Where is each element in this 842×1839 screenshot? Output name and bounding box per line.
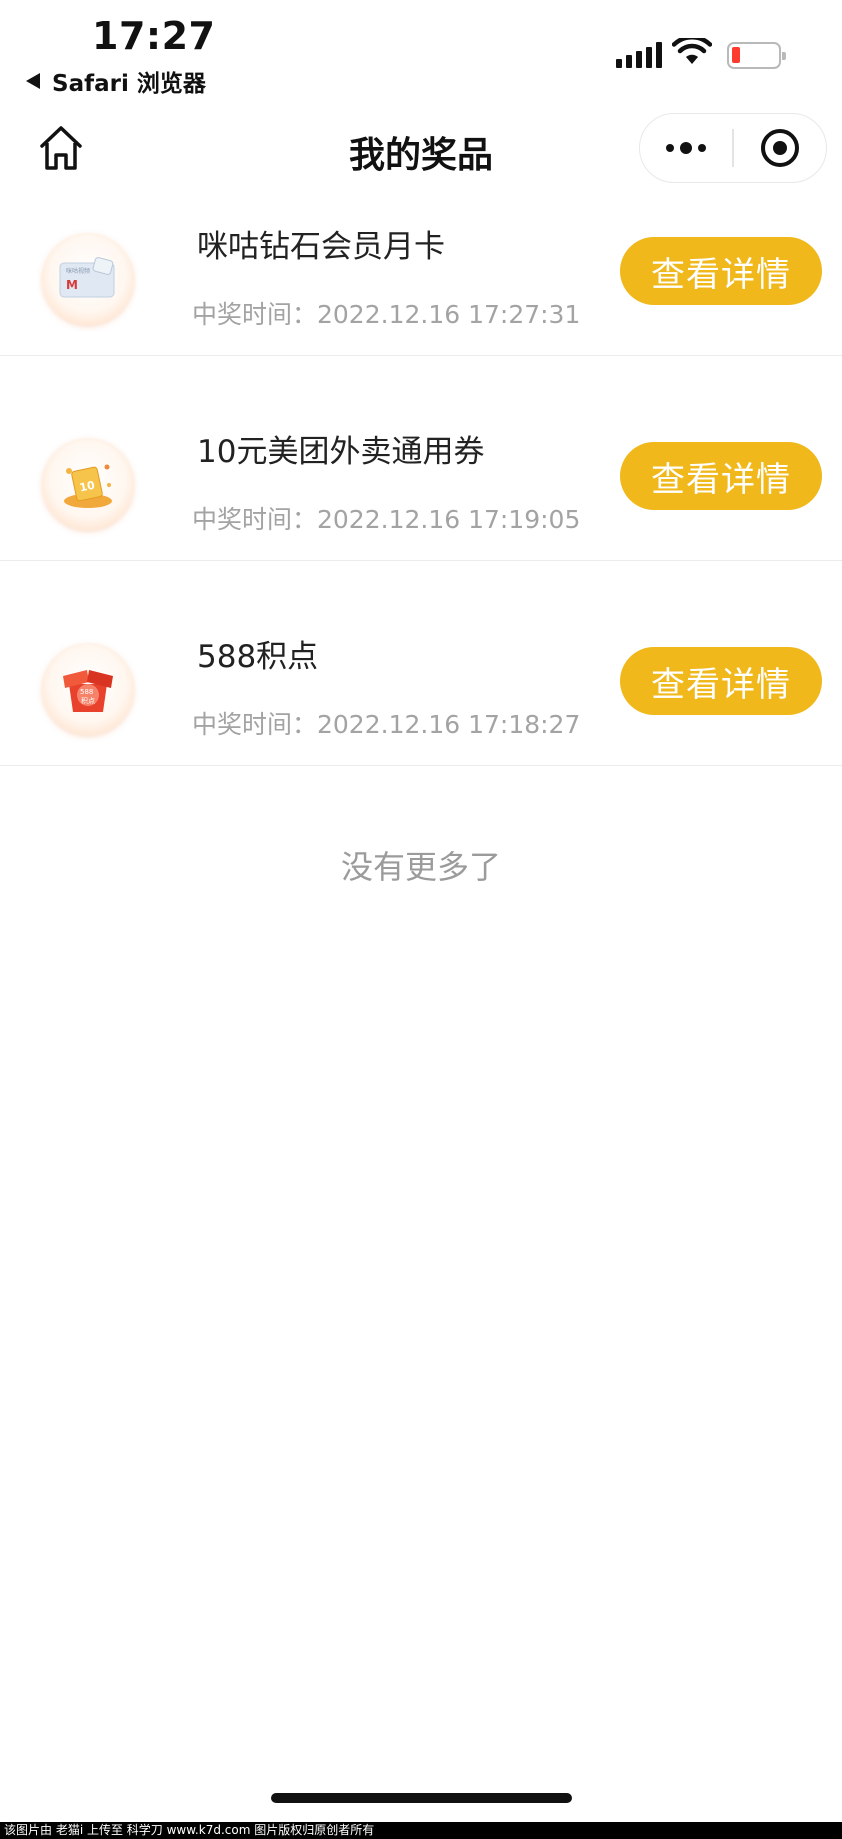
view-details-button[interactable]: 查看详情 xyxy=(620,647,822,715)
watermark-text: 该图片由 老猫i 上传至 科学刀 www.k7d.com 图片版权归原创者所有 xyxy=(0,1822,842,1839)
coupon-icon: 10 xyxy=(42,438,134,530)
prize-name: 咪咕钻石会员月卡 xyxy=(197,229,445,265)
prize-name: 10元美团外卖通用券 xyxy=(197,434,485,470)
card-caption-text: 咪咕视频 xyxy=(66,267,90,275)
gift-points-text: 588 xyxy=(80,688,93,696)
view-details-button[interactable]: 查看详情 xyxy=(620,237,822,305)
wifi-icon xyxy=(672,38,712,64)
no-more-text: 没有更多了 xyxy=(340,848,501,886)
prize-list-item: 10 10元美团外卖通用券 中奖时间：2022.12.16 17:19:05 查… xyxy=(0,356,842,561)
status-time: 17:27 xyxy=(92,14,216,58)
gift-box-icon: 588 积点 xyxy=(42,643,134,735)
view-details-button[interactable]: 查看详情 xyxy=(620,442,822,510)
back-label: Safari 浏览器 xyxy=(52,71,206,97)
prize-time: 中奖时间：2022.12.16 17:18:27 xyxy=(192,710,581,739)
membership-card-icon: M 咪咕视频 xyxy=(42,233,134,325)
back-to-safari-link[interactable]: Safari 浏览器 xyxy=(26,64,206,98)
gift-unit-text: 积点 xyxy=(81,696,95,705)
prize-time: 中奖时间：2022.12.16 17:19:05 xyxy=(192,505,581,534)
home-indicator[interactable] xyxy=(271,1793,572,1803)
prize-time: 中奖时间：2022.12.16 17:27:31 xyxy=(192,300,581,329)
prize-list-item: M 咪咕视频 咪咕钻石会员月卡 中奖时间：2022.12.16 17:27:31… xyxy=(0,151,842,356)
prize-list-item: 588 积点 588积点 中奖时间：2022.12.16 17:18:27 查看… xyxy=(0,561,842,766)
battery-icon xyxy=(727,42,786,69)
back-arrow-icon xyxy=(26,73,40,89)
prize-name: 588积点 xyxy=(197,639,319,675)
card-brand-text: M xyxy=(66,278,78,292)
cellular-signal-icon xyxy=(616,42,662,68)
